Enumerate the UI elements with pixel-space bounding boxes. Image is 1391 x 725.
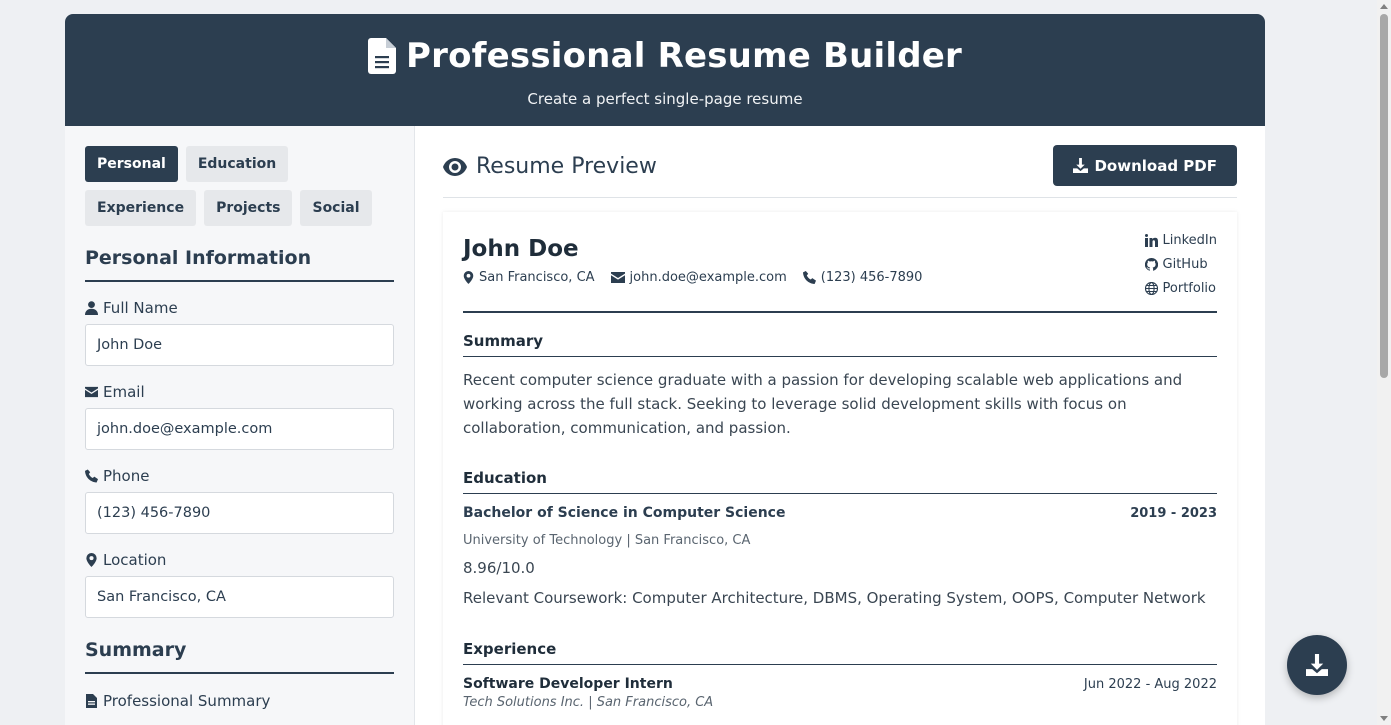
- resume-summary-section: Summary Recent computer science graduate…: [463, 332, 1217, 440]
- resume-summary-text: Recent computer science graduate with a …: [463, 371, 1183, 437]
- phone-icon: [85, 469, 98, 483]
- user-icon: [85, 301, 98, 315]
- resume-document: John Doe San Francisco, CA john.doe@exam…: [443, 212, 1237, 725]
- tab-personal[interactable]: Personal: [85, 146, 178, 182]
- full-name-label-text: Full Name: [103, 299, 178, 317]
- tab-experience[interactable]: Experience: [85, 190, 197, 226]
- experience-dates: Jun 2022 - Aug 2022: [1083, 677, 1217, 692]
- phone-field: Phone (123) 456-7890: [85, 467, 394, 534]
- envelope-icon: [85, 386, 98, 398]
- resume-links: LinkedIn GitHub Portfolio: [1144, 233, 1217, 296]
- download-pdf-button[interactable]: Download PDF: [1053, 145, 1237, 186]
- location-field: Location San Francisco, CA: [85, 551, 394, 618]
- linkedin-text: LinkedIn: [1162, 233, 1217, 248]
- portfolio-link[interactable]: Portfolio: [1144, 281, 1217, 296]
- phone-input[interactable]: (123) 456-7890: [85, 492, 394, 534]
- email-label: Email: [85, 383, 394, 401]
- resume-contact: San Francisco, CA john.doe@example.com (…: [463, 270, 922, 285]
- professional-summary-label: Professional Summary: [85, 692, 394, 710]
- education-coursework: Relevant Coursework: Computer Architectu…: [463, 589, 1206, 607]
- resume-email-text: john.doe@example.com: [629, 270, 787, 285]
- globe-icon: [1144, 282, 1158, 295]
- professional-summary-field: Professional Summary: [85, 692, 394, 710]
- full-name-input[interactable]: John Doe: [85, 324, 394, 366]
- full-name-label: Full Name: [85, 299, 394, 317]
- editor-sidebar: Personal Education Experience Projects S…: [65, 126, 415, 725]
- linkedin-link[interactable]: LinkedIn: [1144, 233, 1217, 248]
- github-text: GitHub: [1162, 257, 1208, 272]
- map-marker-icon: [463, 271, 474, 284]
- eye-icon: [443, 157, 467, 176]
- experience-entry-header: Software Developer Intern Jun 2022 - Aug…: [463, 665, 1217, 692]
- location-label-text: Location: [103, 551, 167, 569]
- education-entry-header: Bachelor of Science in Computer Science …: [463, 494, 1217, 521]
- full-name-field: Full Name John Doe: [85, 299, 394, 366]
- linkedin-icon: [1144, 234, 1158, 247]
- app-header: Professional Resume Builder Create a per…: [65, 14, 1265, 126]
- education-degree: Bachelor of Science in Computer Science: [463, 505, 786, 521]
- location-label: Location: [85, 551, 394, 569]
- tab-education[interactable]: Education: [185, 146, 289, 182]
- preview-title: Resume Preview: [476, 154, 657, 179]
- resume-experience-section: Experience Software Developer Intern Jun…: [463, 640, 1217, 710]
- envelope-icon: [610, 272, 625, 283]
- file-icon: [367, 38, 396, 74]
- scroll-thumb[interactable]: [1380, 14, 1388, 378]
- download-icon: [1073, 158, 1089, 173]
- email-input[interactable]: john.doe@example.com: [85, 408, 394, 450]
- resume-header: John Doe San Francisco, CA john.doe@exam…: [463, 233, 1217, 313]
- email-field: Email john.doe@example.com: [85, 383, 394, 450]
- summary-heading: Summary: [85, 639, 394, 674]
- main-body: Personal Education Experience Projects S…: [65, 126, 1265, 725]
- education-dates: 2019 - 2023: [1130, 506, 1217, 521]
- education-institution: University of Technology | San Francisco…: [463, 533, 751, 548]
- download-icon: [1306, 654, 1328, 676]
- resume-email: john.doe@example.com: [610, 270, 787, 285]
- preview-title-row: Resume Preview: [443, 154, 657, 179]
- phone-label: Phone: [85, 467, 394, 485]
- preview-header: Resume Preview Download PDF: [443, 145, 1237, 198]
- resume-education-heading: Education: [463, 469, 1217, 494]
- resume-phone-text: (123) 456-7890: [820, 270, 923, 285]
- page-scrollbar[interactable]: [1377, 0, 1391, 725]
- email-label-text: Email: [103, 383, 145, 401]
- resume-identity: John Doe San Francisco, CA john.doe@exam…: [463, 236, 922, 296]
- section-tabs: Personal Education Experience Projects S…: [85, 146, 385, 226]
- scroll-down-arrow[interactable]: [1380, 716, 1388, 721]
- phone-icon: [802, 271, 816, 284]
- tab-projects[interactable]: Projects: [204, 190, 293, 226]
- app-title-row: Professional Resume Builder: [65, 14, 1265, 76]
- download-pdf-label: Download PDF: [1094, 156, 1217, 175]
- personal-info-heading: Personal Information: [85, 247, 394, 282]
- resume-location: San Francisco, CA: [463, 270, 595, 285]
- floating-download-button[interactable]: [1287, 635, 1347, 695]
- github-icon: [1144, 258, 1158, 271]
- scroll-up-arrow[interactable]: [1380, 4, 1388, 9]
- file-text-icon: [86, 694, 97, 708]
- resume-name: John Doe: [463, 236, 579, 262]
- experience-company: Tech Solutions Inc. | San Francisco, CA: [463, 695, 714, 710]
- location-input[interactable]: San Francisco, CA: [85, 576, 394, 618]
- map-marker-icon: [86, 553, 97, 567]
- resume-location-text: San Francisco, CA: [479, 270, 595, 285]
- tab-social[interactable]: Social: [300, 190, 372, 226]
- resume-experience-heading: Experience: [463, 640, 1217, 665]
- phone-label-text: Phone: [103, 467, 150, 485]
- experience-role: Software Developer Intern: [463, 676, 673, 692]
- app-container: Professional Resume Builder Create a per…: [65, 14, 1265, 725]
- resume-summary-heading: Summary: [463, 332, 1217, 357]
- education-gpa: 8.96/10.0: [463, 559, 535, 577]
- resume-preview-panel: Resume Preview Download PDF John Doe San…: [415, 126, 1265, 725]
- app-subtitle: Create a perfect single-page resume: [527, 90, 803, 108]
- github-link[interactable]: GitHub: [1144, 257, 1217, 272]
- portfolio-text: Portfolio: [1162, 281, 1216, 296]
- app-title: Professional Resume Builder: [405, 36, 963, 76]
- resume-phone: (123) 456-7890: [802, 270, 923, 285]
- professional-summary-label-text: Professional Summary: [103, 692, 271, 710]
- resume-education-section: Education Bachelor of Science in Compute…: [463, 469, 1217, 607]
